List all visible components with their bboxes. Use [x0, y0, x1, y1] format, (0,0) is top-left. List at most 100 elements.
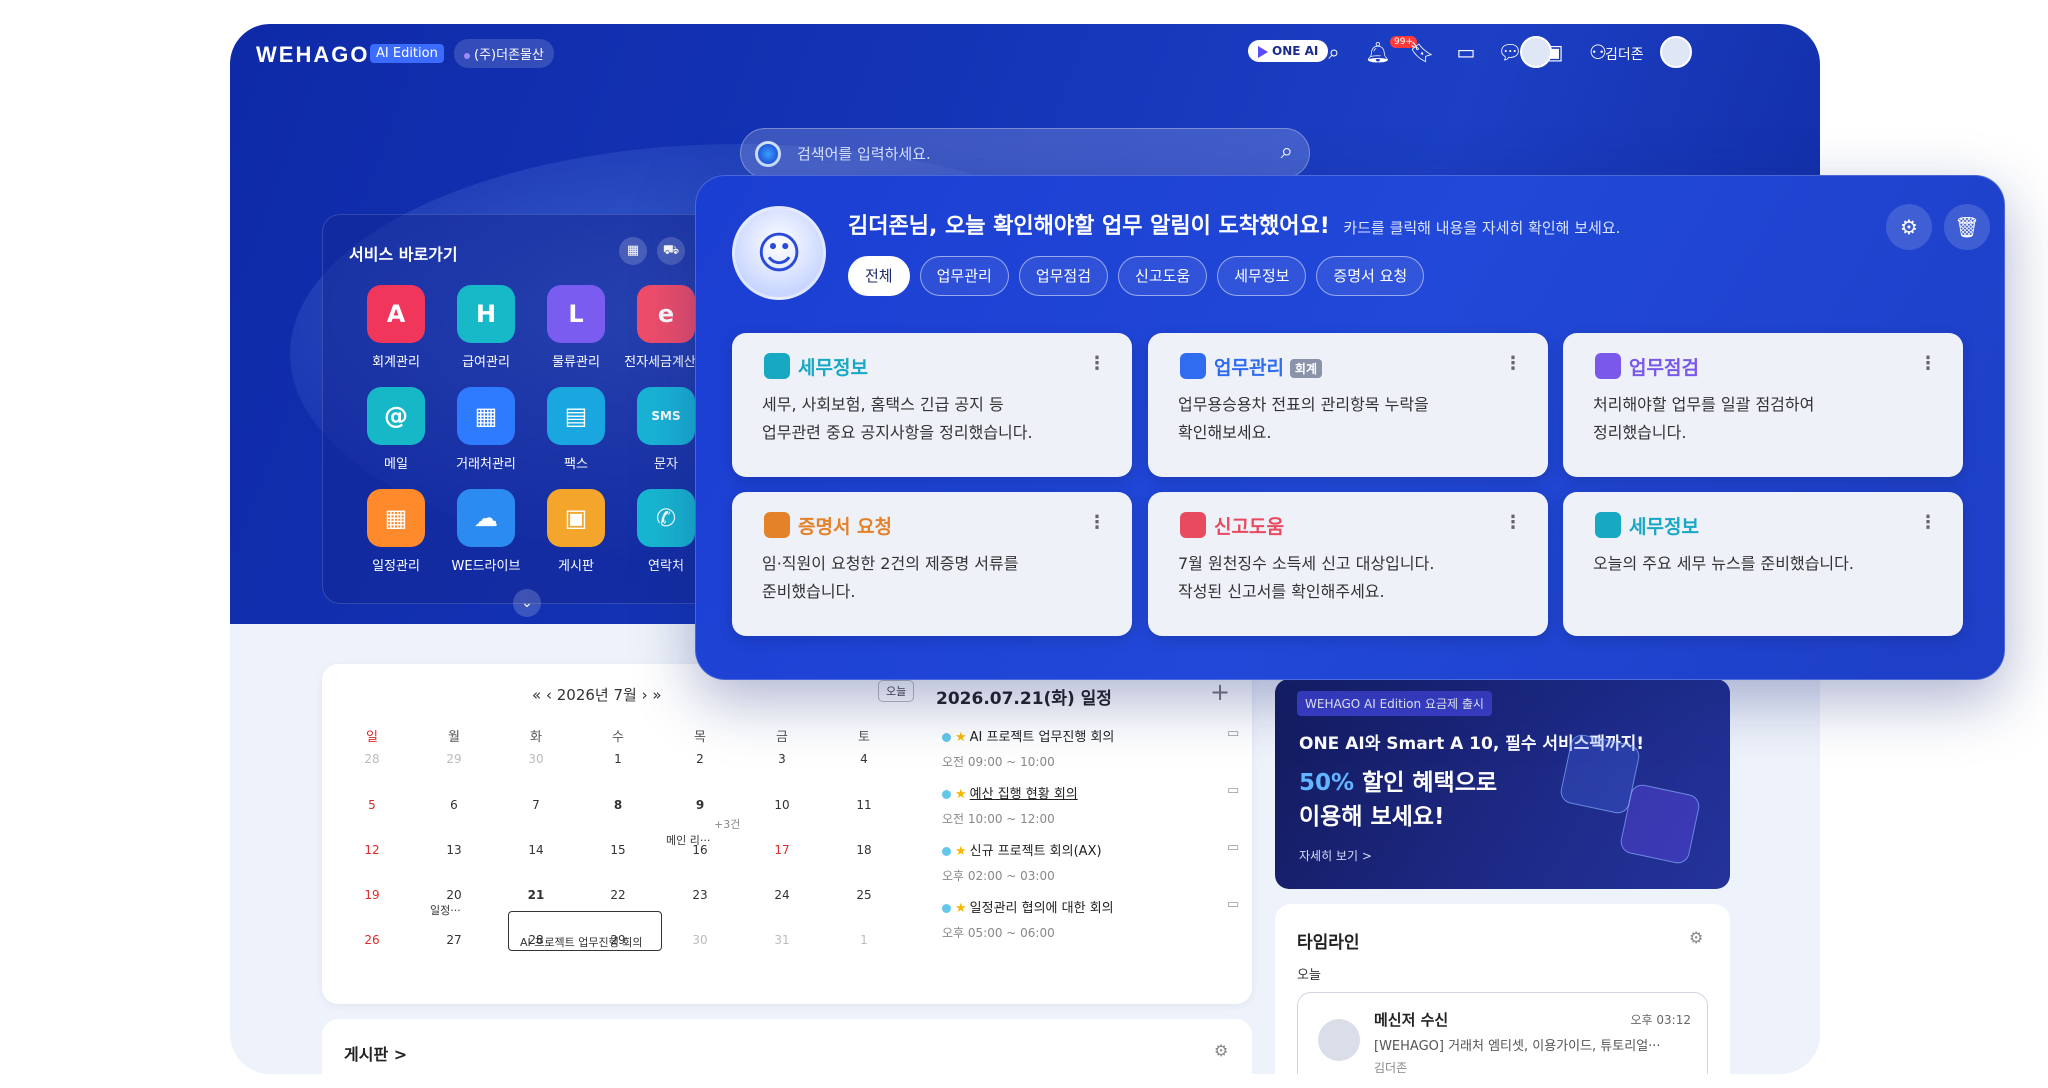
bell-icon[interactable]: 🔔︎ [1364, 38, 1392, 66]
notification-card[interactable]: 세무정보 ⋮ 오늘의 주요 세무 뉴스를 준비했습니다. [1563, 492, 1963, 636]
calendar-day[interactable]: 18 [824, 843, 904, 857]
event-chip[interactable]: AI 프로젝트 업무진행 회의 [520, 934, 642, 950]
event-chip[interactable]: 일정··· [430, 902, 461, 918]
calendar-day[interactable]: 17 [742, 843, 822, 857]
calendar-day[interactable]: 24 [742, 888, 822, 902]
filter-chip[interactable]: 전체 [848, 256, 910, 296]
gear-icon[interactable]: ⚙ [1214, 1041, 1228, 1060]
video-call-icon[interactable]: ▭ [1227, 726, 1239, 741]
calendar-day[interactable]: 11 [824, 798, 904, 812]
board-title[interactable]: 게시판 > [344, 1041, 407, 1065]
trash-icon[interactable]: 🗑︎ [1944, 204, 1990, 250]
promo-more-link[interactable]: 자세히 보기 > [1299, 847, 1372, 864]
calendar-day[interactable]: 2 [660, 752, 740, 766]
calendar-day[interactable]: 5 [332, 798, 412, 812]
cart-icon[interactable]: ⛟ [657, 237, 685, 265]
calendar-day[interactable]: 6 [414, 798, 494, 812]
expand-chevron-icon[interactable]: ⌄ [513, 589, 541, 617]
prev-month-icon[interactable]: ‹ [546, 686, 552, 704]
notification-card[interactable]: 업무점검 ⋮ 처리해야할 업무를 일괄 점검하여 정리했습니다. [1563, 333, 1963, 477]
notification-card[interactable]: 증명서 요청 ⋮ 임·직원이 요청한 2건의 제증명 서류를 준비했습니다. [732, 492, 1132, 636]
filter-chip[interactable]: 업무관리 [919, 256, 1009, 296]
calendar-day[interactable]: 4 [824, 752, 904, 766]
calendar-day[interactable]: 19 [332, 888, 412, 902]
more-options-icon[interactable]: ⋮ [1919, 353, 1937, 374]
app-shortcut[interactable]: ▤ 팩스 [531, 387, 621, 472]
schedule-item[interactable]: ★ 일정관리 협의에 대한 회의 오후 05:00 ~ 06:00 ▭ [942, 897, 1239, 941]
calendar-day[interactable]: 27 [414, 933, 494, 947]
bookmark-icon[interactable]: 🔖︎ [1408, 38, 1436, 66]
global-search[interactable]: 검색어를 입력하세요. ⌕ [740, 128, 1310, 178]
calendar-day[interactable]: 15 [578, 843, 658, 857]
timeline-item[interactable]: 메신저 수신 오후 03:12 [WEHAGO] 거래처 엠티셋, 이용가이드,… [1297, 992, 1708, 1074]
calendar-day[interactable]: 22 [578, 888, 658, 902]
schedule-item[interactable]: ★ 예산 집행 현황 회의 오전 10:00 ~ 12:00 ▭ [942, 783, 1239, 827]
today-button[interactable]: 오늘 [878, 680, 915, 702]
schedule-item[interactable]: ★ 신규 프로젝트 회의(AX) 오후 02:00 ~ 03:00 ▭ [942, 840, 1239, 884]
calendar-day[interactable]: 20 [414, 888, 494, 902]
company-selector[interactable]: (주)더존물산 [454, 39, 554, 68]
add-schedule-icon[interactable]: + [1210, 678, 1230, 706]
app-shortcut[interactable]: @ 메일 [351, 387, 441, 472]
video-icon[interactable]: ▭ [1452, 38, 1480, 66]
app-shortcut[interactable]: L 물류관리 [531, 285, 621, 370]
oneai-button[interactable]: ONE AI [1248, 40, 1329, 62]
filter-chip[interactable]: 업무점검 [1018, 256, 1109, 296]
notification-card[interactable]: 업무관리 회계 ⋮ 업무용승용차 전표의 관리항목 누락을 확인해보세요. [1148, 333, 1548, 477]
app-shortcut[interactable]: A 회계관리 [351, 285, 441, 370]
user-avatar[interactable] [1660, 36, 1692, 68]
filter-chip[interactable]: 증명서 요청 [1316, 256, 1425, 296]
grid-view-icon[interactable]: ▦ [619, 237, 647, 265]
calendar-day[interactable]: 10 [742, 798, 822, 812]
next-month-icon[interactable]: › [642, 686, 648, 704]
calendar-day[interactable]: 21 [496, 888, 576, 902]
calendar-day[interactable]: 12 [332, 843, 412, 857]
app-shortcut[interactable]: ☁ WE드라이브 [441, 489, 531, 574]
calendar-day[interactable]: 1 [824, 933, 904, 947]
calendar-day[interactable]: 30 [496, 752, 576, 766]
more-events-count[interactable]: +3건 [714, 816, 740, 832]
app-shortcut[interactable]: ▦ 일정관리 [351, 489, 441, 574]
calendar-day[interactable]: 28 [332, 752, 412, 766]
calendar-day[interactable]: 13 [414, 843, 494, 857]
more-options-icon[interactable]: ⋮ [1088, 512, 1106, 533]
filter-chip[interactable]: 세무정보 [1217, 256, 1307, 296]
calendar-day[interactable]: 30 [660, 933, 740, 947]
calendar-day[interactable]: 14 [496, 843, 576, 857]
gear-icon[interactable]: ⚙ [1689, 928, 1703, 947]
app-shortcut[interactable]: H 급여관리 [441, 285, 531, 370]
notification-card[interactable]: 신고도움 ⋮ 7월 원천징수 소득세 신고 대상입니다. 작성된 신고서를 확인해주세… [1148, 492, 1548, 636]
calendar-day[interactable]: 7 [496, 798, 576, 812]
more-options-icon[interactable]: ⋮ [1504, 353, 1522, 374]
more-options-icon[interactable]: ⋮ [1504, 512, 1522, 533]
wehago-logo[interactable]: WEHAGO [256, 42, 369, 68]
calendar-day[interactable]: 9 [660, 798, 740, 812]
calendar-day[interactable]: 29 [414, 752, 494, 766]
search-icon[interactable]: ⌕ [1320, 38, 1348, 66]
schedule-title-text: 일정관리 협의에 대한 회의 [969, 901, 1114, 916]
video-call-icon[interactable]: ▭ [1227, 783, 1239, 798]
calendar-day[interactable]: 8 [578, 798, 658, 812]
notification-card[interactable]: 세무정보 ⋮ 세무, 사회보험, 홈택스 긴급 공지 등 업무관련 중요 공지사항을 … [732, 333, 1132, 477]
more-options-icon[interactable]: ⋮ [1919, 512, 1937, 533]
calendar-day[interactable]: 23 [660, 888, 740, 902]
promo-banner[interactable]: WEHAGO AI Edition 요금제 출시 ONE AI와 Smart A… [1275, 679, 1730, 889]
search-submit-icon[interactable]: ⌕ [1281, 139, 1293, 164]
filter-chip[interactable]: 신고도움 [1118, 256, 1208, 296]
app-shortcut[interactable]: ▦ 거래처관리 [441, 387, 531, 472]
calendar-day[interactable]: 25 [824, 888, 904, 902]
video-call-icon[interactable]: ▭ [1227, 840, 1239, 855]
prev-year-icon[interactable]: « [532, 686, 541, 704]
video-call-icon[interactable]: ▭ [1227, 897, 1239, 912]
settings-gear-icon[interactable]: ⚙ [1886, 204, 1932, 250]
event-chip[interactable]: 메인 리··· [666, 832, 710, 848]
calendar-day[interactable]: 1 [578, 752, 658, 766]
calendar-day[interactable]: 31 [742, 933, 822, 947]
calendar-day[interactable]: 26 [332, 933, 412, 947]
schedule-item[interactable]: ★ AI 프로젝트 업무진행 회의 오전 09:00 ~ 10:00 ▭ [942, 726, 1239, 770]
next-year-icon[interactable]: » [652, 686, 661, 704]
more-options-icon[interactable]: ⋮ [1088, 353, 1106, 374]
assistant-avatar[interactable] [1520, 36, 1552, 68]
app-shortcut[interactable]: ▣ 게시판 [531, 489, 621, 574]
calendar-day[interactable]: 3 [742, 752, 822, 766]
